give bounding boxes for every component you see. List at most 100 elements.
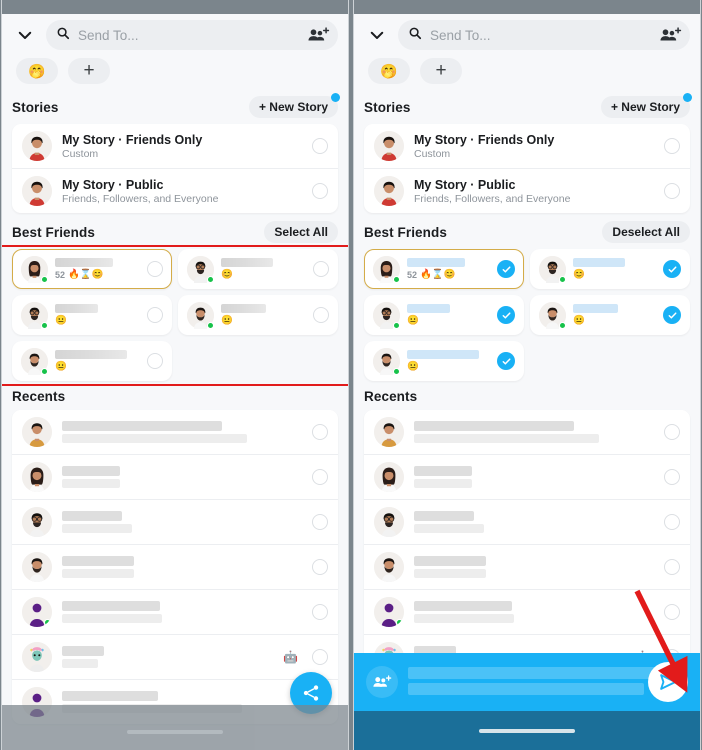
recent-name-redacted xyxy=(62,601,160,611)
select-radio[interactable] xyxy=(312,514,328,530)
snap-streak-count: 52 xyxy=(55,269,66,280)
add-chip[interactable]: + xyxy=(68,58,110,84)
friend-name-redacted xyxy=(221,258,273,268)
recent-row[interactable] xyxy=(12,589,338,634)
add-friends-icon[interactable] xyxy=(308,27,330,43)
emoji-chip[interactable]: 🤭 xyxy=(16,58,58,84)
friend-meta-row: 😐 xyxy=(55,362,140,372)
recents-title: Recents xyxy=(12,389,66,404)
select-radio[interactable] xyxy=(147,261,163,277)
recent-info xyxy=(62,556,302,578)
friend-meta-row: 52 🔥⌛😊 xyxy=(55,270,140,280)
recent-name-redacted xyxy=(62,646,104,656)
search-input[interactable]: Send To... xyxy=(46,20,338,50)
recent-info xyxy=(62,601,302,623)
story-title: My Story · Friends Only xyxy=(62,132,203,147)
quick-chip-row: 🤭 + xyxy=(16,58,338,84)
recent-info xyxy=(62,466,302,488)
new-story-button[interactable]: + New Story xyxy=(248,93,340,118)
story-title: My Story · Public xyxy=(62,177,164,192)
best-friends-title: Best Friends xyxy=(12,224,95,240)
recent-subtitle-redacted xyxy=(62,524,132,533)
stories-card: My Story · Friends Only Custom My Story … xyxy=(12,124,338,213)
recent-row[interactable] xyxy=(12,410,338,454)
friend-name-redacted xyxy=(55,350,127,360)
best-friends-section-header: Best Friends Select All xyxy=(2,213,348,249)
select-radio[interactable] xyxy=(147,307,163,323)
best-friend-tile[interactable]: 😐 xyxy=(12,295,172,335)
recent-info xyxy=(62,421,302,443)
recents-card: 🤖 xyxy=(12,410,338,724)
select-radio[interactable] xyxy=(312,469,328,485)
story-select-radio[interactable] xyxy=(312,183,328,199)
search-placeholder: Send To... xyxy=(78,27,139,43)
recent-subtitle-redacted xyxy=(62,569,134,578)
friend-name-redacted xyxy=(221,304,266,314)
friend-meta-row: 😊 xyxy=(221,270,306,280)
friend-meta-row: 😐 xyxy=(55,316,140,326)
recent-subtitle-redacted xyxy=(62,479,120,488)
select-radio[interactable] xyxy=(312,559,328,575)
avatar xyxy=(22,417,52,447)
recents-section-header: Recents xyxy=(2,381,348,410)
chevron-down-icon[interactable] xyxy=(12,22,38,48)
avatar xyxy=(22,597,52,627)
home-indicator xyxy=(127,730,223,734)
best-friend-tile[interactable]: 52 🔥⌛😊 xyxy=(12,249,172,289)
friendmoji-emojis: 😐 xyxy=(55,315,67,327)
story-row-public[interactable]: My Story · Public Friends, Followers, an… xyxy=(12,168,338,213)
stories-section-header: Stories + New Story xyxy=(2,88,348,124)
best-friend-info: 😐 xyxy=(221,304,306,326)
select-all-button[interactable]: Select All xyxy=(264,221,338,243)
search-icon xyxy=(56,26,70,45)
best-friend-tile[interactable]: 😐 xyxy=(12,341,172,381)
avatar xyxy=(22,552,52,582)
select-radio[interactable] xyxy=(147,353,163,369)
recent-row[interactable]: 🤖 xyxy=(12,634,338,679)
avatar xyxy=(187,255,214,283)
friendmoji-emojis: 🔥⌛😊 xyxy=(68,269,104,281)
new-story-badge-dot xyxy=(331,93,340,102)
select-radio[interactable] xyxy=(313,261,329,277)
best-friend-info: 😐 xyxy=(55,304,140,326)
avatar xyxy=(22,176,52,206)
annotation-arrow xyxy=(634,589,688,693)
recent-subtitle-redacted xyxy=(62,659,98,668)
best-friend-tile[interactable]: 😐 xyxy=(178,295,338,335)
recent-name-redacted xyxy=(62,421,222,431)
recent-row[interactable] xyxy=(12,544,338,589)
recent-name-redacted xyxy=(62,556,134,566)
recent-info xyxy=(62,646,273,668)
best-friend-info: 😊 xyxy=(221,258,306,280)
share-nodes-icon xyxy=(303,685,319,701)
panel-before-selection: Send To... 🤭 + Stories + New Story My St… xyxy=(1,0,349,750)
bottom-gradient-overlay xyxy=(2,705,348,750)
best-friend-tile[interactable]: 😊 xyxy=(178,249,338,289)
story-select-radio[interactable] xyxy=(312,138,328,154)
recent-row[interactable] xyxy=(12,499,338,544)
best-friends-grid: 52 🔥⌛😊 😊 😐 😐 😐 xyxy=(2,249,348,381)
online-status-dot xyxy=(207,321,214,329)
online-status-dot xyxy=(41,367,48,375)
friendmoji-emojis: 😐 xyxy=(221,315,233,327)
avatar xyxy=(187,301,214,329)
status-bar xyxy=(2,0,348,14)
avatar xyxy=(21,347,48,375)
recent-name-redacted xyxy=(62,466,120,476)
recent-row[interactable] xyxy=(12,454,338,499)
select-radio[interactable] xyxy=(312,649,328,665)
send-to-header: Send To... 🤭 + xyxy=(2,14,348,84)
avatar xyxy=(22,131,52,161)
recent-subtitle-redacted xyxy=(62,434,247,443)
select-radio[interactable] xyxy=(313,307,329,323)
recent-name-redacted xyxy=(62,511,122,521)
story-text: My Story · Friends Only Custom xyxy=(62,133,302,160)
select-radio[interactable] xyxy=(312,604,328,620)
new-story-label: + New Story xyxy=(258,100,328,114)
friend-meta-row: 😐 xyxy=(221,316,306,326)
select-radio[interactable] xyxy=(312,424,328,440)
story-row-friends-only[interactable]: My Story · Friends Only Custom xyxy=(12,124,338,168)
friend-name-redacted xyxy=(55,304,98,314)
online-status-dot xyxy=(44,619,51,626)
best-friend-info: 😐 xyxy=(55,350,140,372)
